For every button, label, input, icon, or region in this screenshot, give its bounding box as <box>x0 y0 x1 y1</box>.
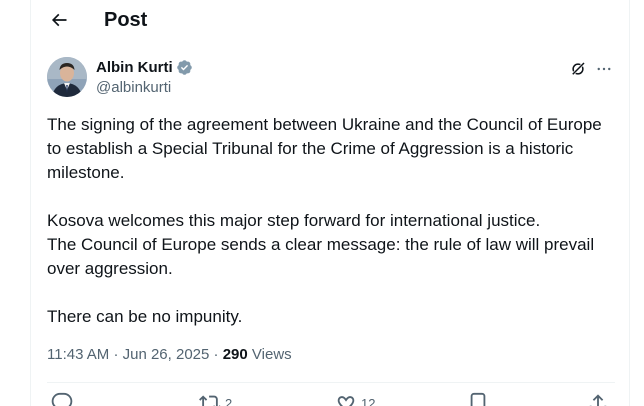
tweet-paragraph: The signing of the agreement between Ukr… <box>47 115 602 182</box>
page-title: Post <box>104 9 148 31</box>
grok-icon <box>570 61 586 77</box>
avatar-image <box>47 57 87 97</box>
post-column: Post Albin Kurti @albinkurti The signing… <box>30 0 630 406</box>
bookmark-button[interactable] <box>467 392 489 406</box>
arrow-left-icon <box>51 13 67 27</box>
author-name-row: Albin Kurti <box>96 59 193 76</box>
post-time[interactable]: 11:43 AM <box>47 346 109 363</box>
author-handle[interactable]: @albinkurti <box>96 79 171 96</box>
views-label: Views <box>251 346 292 363</box>
repost-button[interactable]: 2 <box>199 392 232 406</box>
avatar[interactable] <box>47 57 87 97</box>
post-date[interactable]: Jun 26, 2025 <box>123 346 210 363</box>
reply-button[interactable] <box>51 392 73 406</box>
meta-separator: · <box>113 346 119 363</box>
grok-button[interactable] <box>567 58 589 80</box>
tweet-line: Kosova welcomes this major step forward … <box>47 211 541 230</box>
tweet-paragraph: There can be no impunity. <box>47 307 243 326</box>
post-meta: 11:43 AM · Jun 26, 2025 · 290 Views <box>47 345 292 365</box>
page-header: Post <box>31 0 631 40</box>
like-count: 12 <box>361 395 376 406</box>
back-button[interactable] <box>45 6 73 34</box>
tweet-paragraph: Kosova welcomes this major step forward … <box>47 209 607 281</box>
tweet-text: The signing of the agreement between Ukr… <box>47 113 607 329</box>
bookmark-icon <box>470 392 486 406</box>
like-button[interactable]: 12 <box>335 392 375 406</box>
author-name[interactable]: Albin Kurti <box>96 59 173 76</box>
share-button[interactable] <box>587 392 609 406</box>
tweet-line: The Council of Europe sends a clear mess… <box>47 235 595 278</box>
more-horizontal-icon <box>597 67 611 71</box>
verified-badge-icon <box>176 59 193 76</box>
repost-count: 2 <box>225 395 233 406</box>
meta-separator: · <box>213 346 219 363</box>
share-icon <box>589 394 607 406</box>
more-button[interactable] <box>593 58 615 80</box>
heart-icon <box>337 396 355 406</box>
divider <box>47 382 615 383</box>
action-bar: 2 12 <box>47 392 615 406</box>
reply-icon <box>51 392 73 406</box>
views-count: 290 <box>222 346 248 363</box>
repost-icon <box>199 395 221 406</box>
